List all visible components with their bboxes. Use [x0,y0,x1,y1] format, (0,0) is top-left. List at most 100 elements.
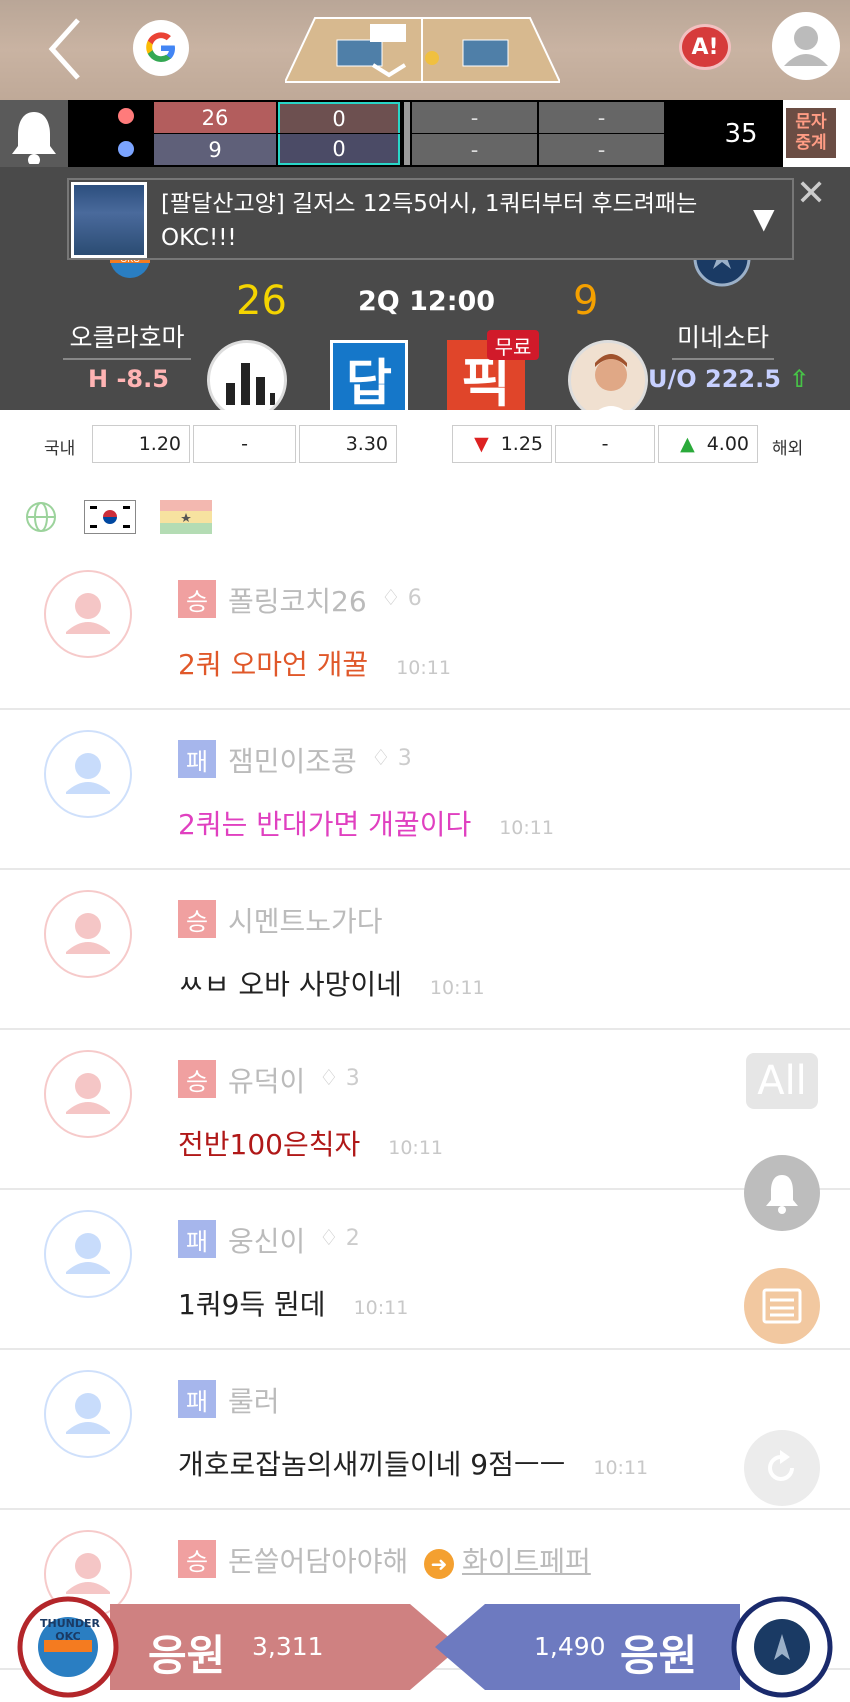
back-button[interactable] [40,14,100,84]
result-badge: 패 [178,1380,216,1418]
chat-message: 1쿼9득 뭔데 10:11 [178,1283,408,1323]
google-button[interactable] [133,20,189,76]
overseas-away-odds[interactable]: ▲ 4.00 [658,425,758,463]
chat-message: 2쿼 오마언 개꿀 10:11 [178,643,451,683]
overseas-draw-odds[interactable]: - [555,425,655,463]
chat-timestamp: 10:11 [499,817,554,839]
reply-target[interactable]: ➜ 화이트페퍼 [424,1540,591,1580]
domestic-home-odds[interactable]: 1.20 [92,425,190,463]
away-team-dot [118,141,134,157]
result-badge: 승 [178,1540,216,1578]
free-badge: 무료 [487,330,539,360]
stats-button[interactable] [207,340,287,420]
cheer-bar-background [17,1596,833,1698]
viewer-count: 35 [724,118,758,149]
away-q2-score: 0 [278,134,400,165]
google-g-icon [146,32,175,62]
alert-button[interactable]: A! [679,24,731,70]
basketball-court-icon [283,17,562,83]
avatar[interactable] [44,730,132,818]
user-silhouette-icon [66,593,110,634]
chat-item[interactable]: 패 잼민이조콩 ♢ 3 2쿼는 반대가면 개꿀이다 10:11 [0,710,850,870]
avatar[interactable] [44,570,132,658]
home-team-name: 오클라호마 [63,318,191,360]
away-q3-score: - [412,134,537,165]
subscriber-count: ♢ 3 [319,1066,360,1091]
globe-icon[interactable] [24,500,58,534]
bell-outline-icon: ♢ [381,586,401,611]
overseas-home-odds[interactable]: ▼ 1.25 [452,425,552,463]
avatar[interactable] [44,1370,132,1458]
notification-fab[interactable] [744,1155,820,1231]
chat-username[interactable]: 잼민이조콩 [228,740,357,780]
chat-username[interactable]: 폴링코치26 [228,580,367,620]
triangle-down-icon[interactable]: ▼ [753,202,775,235]
ghana-flag-icon[interactable] [160,500,212,534]
avatar[interactable] [44,890,132,978]
home-score: 26 [236,278,287,324]
over-under-value: U/O 222.5 [648,365,781,393]
arrow-right-circle-icon: ➜ [424,1549,454,1579]
chat-username[interactable]: 웅신이 [228,1220,305,1260]
chat-username[interactable]: 시멘트노가다 [228,900,383,940]
chat-username[interactable]: 돈쓸어담아야해 [228,1540,408,1580]
scoreboard: 26 9 0 0 - - - - 35 [68,100,783,167]
all-filter-button[interactable]: All [746,1053,818,1109]
chat-message: 개호로잡놈의새끼들이네 9점ㅡㅡ 10:11 [178,1443,648,1483]
chat-username[interactable]: 룰러 [228,1380,280,1420]
chat-item[interactable]: 승 유덕이 ♢ 3 전반100은칙자 10:11 [0,1030,850,1190]
chat-message-text: 2쿼는 반대가면 개꿀이다 [178,808,472,841]
chat-message: 전반100은칙자 10:11 [178,1123,443,1163]
chat-timestamp: 10:11 [353,1297,409,1319]
home-q4-score: - [539,102,664,133]
top-bar: A! [0,0,850,100]
list-fab[interactable] [744,1268,820,1344]
domestic-draw-odds[interactable]: - [193,425,296,463]
home-cheer-button[interactable]: 응원 [148,1622,225,1683]
refresh-icon [768,1450,794,1481]
language-filter-bar [0,488,850,548]
list-icon [762,1288,802,1324]
away-cheer-count: 1,490 [534,1632,606,1661]
thunder-logo-text: THUNDER OKC [40,1617,100,1643]
triangle-up-icon: ▲ [680,433,695,455]
chat-item[interactable]: 패 룰러개호로잡놈의새끼들이네 9점ㅡㅡ 10:11 [0,1350,850,1510]
result-badge: 승 [178,900,216,938]
result-badge: 패 [178,740,216,778]
chat-timestamp: 10:11 [429,977,485,999]
user-silhouette-icon [784,26,828,66]
over-under-line: U/O 222.5 ⇧ [648,365,809,393]
chat-item[interactable]: 승 폴링코치26 ♢ 6 2쿼 오마언 개꿀 10:11 [0,550,850,710]
answer-button[interactable]: 답 [330,340,408,418]
user-silhouette-icon [66,1233,110,1274]
court-view-button[interactable] [283,10,562,85]
tipster-avatar[interactable] [568,340,648,420]
cheer-bar: THUNDER OKC [0,1592,850,1702]
bell-outline-icon: ♢ [319,1066,339,1091]
home-q3-score: - [412,102,537,133]
close-icon[interactable]: ✕ [796,176,826,212]
chat-username[interactable]: 유덕이 [228,1060,305,1100]
subscriber-count: ♢ 6 [381,586,422,611]
refresh-fab[interactable] [744,1430,820,1506]
chat-item[interactable]: 패 웅신이 ♢ 2 1쿼9득 뭔데 10:11 [0,1190,850,1350]
headline-banner[interactable]: [팔달산고양] 길저스 12득5어시, 1쿼터부터 후드려패는 OKC!!! ▼ [67,178,794,260]
chat-timestamp: 10:11 [396,657,451,679]
profile-button[interactable] [772,12,840,80]
domestic-odds-label: 국내 [44,439,76,459]
home-q2-score: 0 [278,102,400,133]
text-relay-button[interactable]: 문자 중계 [784,106,838,160]
avatar[interactable] [44,1050,132,1138]
chat-message-text: 개호로잡놈의새끼들이네 9점ㅡㅡ [178,1448,566,1481]
chat-message-text: 2쿼 오마언 개꿀 [178,648,369,681]
korea-flag-icon[interactable] [84,500,136,534]
subscriber-count: ♢ 3 [371,746,412,771]
away-cheer-button[interactable]: 응원 [620,1622,697,1683]
domestic-away-odds[interactable]: 3.30 [299,425,397,463]
chevron-left-icon [48,18,80,80]
period-divider [404,102,410,165]
bell-outline-icon: ♢ [319,1226,339,1251]
chat-item[interactable]: 승 시멘트노가다 ㅆㅂ 오바 사망이네 10:11 [0,870,850,1030]
chat-message: ㅆㅂ 오바 사망이네 10:11 [178,963,485,1003]
avatar[interactable] [44,1210,132,1298]
